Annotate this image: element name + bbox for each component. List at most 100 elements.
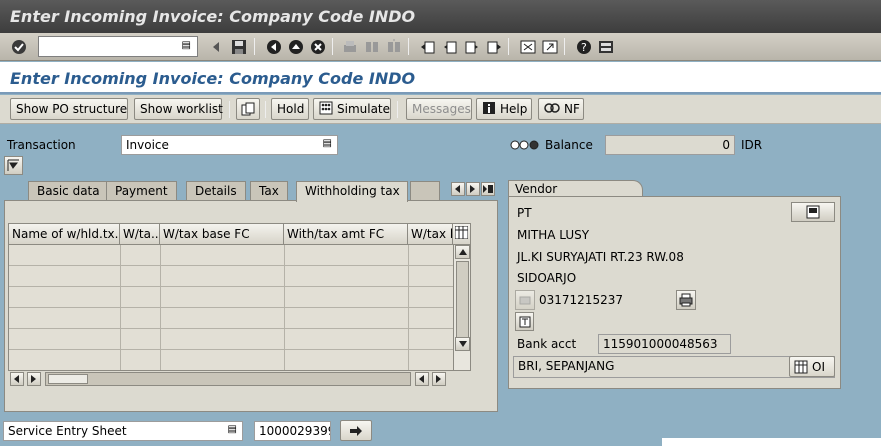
hold-label: Hold (277, 102, 305, 116)
scroll-right-icon[interactable] (432, 372, 446, 386)
tab-list-icon[interactable] (481, 182, 495, 196)
hold-button[interactable]: Hold (271, 98, 309, 120)
bank-name-value: BRI, SEPANJANG (518, 359, 615, 373)
bank-acct-value: 115901000048563 (603, 337, 718, 351)
vendor-address-icon[interactable] (791, 202, 835, 222)
tab-withholding-tax[interactable]: Withholding tax (296, 181, 408, 202)
horizontal-scrollbar[interactable] (45, 372, 411, 386)
dropdown-icon[interactable]: ▤ (182, 40, 191, 51)
reference-number-field[interactable]: 1000029399 (254, 421, 331, 441)
show-worklist-button[interactable]: Show worklist (134, 98, 223, 120)
phone-icon[interactable] (515, 290, 535, 310)
nf-button[interactable]: NF (538, 98, 584, 120)
scroll-thumb[interactable] (456, 261, 469, 345)
messages-label: Messages (412, 102, 471, 116)
column-header[interactable]: With/tax amt FC (284, 224, 408, 245)
back-icon[interactable] (264, 37, 283, 56)
window-title: Enter Incoming Invoice: Company Code IND… (10, 7, 416, 26)
print-icon[interactable] (676, 290, 696, 310)
first-page-icon[interactable] (418, 37, 437, 56)
vendor-city: SIDOARJO (517, 271, 577, 285)
tab-basic-data[interactable]: Basic data (28, 181, 109, 201)
scroll-thumb[interactable] (48, 374, 88, 384)
execute-button[interactable] (340, 420, 372, 441)
reference-type-field[interactable]: Service Entry Sheet ▤ (3, 421, 243, 441)
table-row[interactable] (9, 308, 453, 329)
help-button[interactable]: Help (476, 98, 532, 120)
application-toolbar: Show PO structure Show worklist Hold Sim… (0, 95, 881, 124)
new-session-icon[interactable] (518, 37, 537, 56)
scroll-right-icon[interactable] (466, 182, 480, 196)
transaction-value: Invoice (126, 138, 169, 152)
find-next-icon[interactable] (384, 37, 403, 56)
vendor-name-prefix: PT (517, 206, 532, 220)
column-header[interactable]: W/tax base FC (160, 224, 284, 245)
table-row[interactable] (9, 329, 453, 350)
tab-tax[interactable]: Tax (250, 181, 288, 201)
scroll-left-icon[interactable] (415, 372, 429, 386)
tab-details[interactable]: Details (186, 181, 246, 201)
expand-header-icon[interactable] (4, 156, 23, 175)
table-row[interactable] (9, 245, 453, 266)
open-items-button[interactable]: OI (789, 356, 835, 377)
transaction-field[interactable]: Invoice ▤ (121, 135, 338, 155)
show-po-structure-button[interactable]: Show PO structure (10, 98, 128, 120)
reference-type-value: Service Entry Sheet (8, 424, 127, 438)
vendor-name: MITHA LUSY (517, 228, 590, 242)
withholding-tax-table: Name of w/hld.tx... W/ta... W/tax base F… (8, 223, 471, 371)
print-icon[interactable] (340, 37, 359, 56)
simulate-label: Simulate (337, 102, 391, 116)
vendor-phone: 03171215237 (539, 293, 623, 307)
tab-more[interactable] (410, 181, 440, 201)
scroll-down-icon[interactable] (455, 337, 470, 351)
balance-value: 0 (722, 138, 730, 152)
table-row[interactable] (9, 287, 453, 308)
simulate-icon (319, 101, 333, 118)
app-title-bar: Enter Incoming Invoice: Company Code IND… (0, 62, 881, 94)
tab-payment[interactable]: Payment (106, 181, 177, 201)
column-header[interactable]: W/tax b (408, 224, 453, 245)
next-page-icon[interactable] (462, 37, 481, 56)
column-header[interactable]: Name of w/hld.tx... (9, 224, 120, 245)
column-settings-icon[interactable] (453, 224, 470, 245)
dropdown-icon[interactable]: ▤ (323, 138, 332, 149)
layout-icon[interactable] (596, 37, 615, 56)
tab-label: Tax (259, 184, 279, 198)
info-icon (482, 101, 496, 118)
help-label: Help (500, 102, 528, 116)
collapse-icon[interactable] (206, 37, 225, 56)
svg-text:?: ? (581, 41, 587, 54)
prev-page-icon[interactable] (440, 37, 459, 56)
scroll-up-icon[interactable] (455, 245, 470, 259)
save-icon[interactable] (229, 37, 248, 56)
balance-field: 0 (605, 135, 735, 155)
check-icon[interactable] (9, 37, 28, 56)
column-header[interactable]: W/ta... (120, 224, 160, 245)
scroll-left-icon[interactable] (451, 182, 465, 196)
bank-acct-field: 115901000048563 (598, 334, 731, 354)
scroll-right-icon[interactable] (27, 372, 41, 386)
help-icon[interactable]: ? (574, 37, 593, 56)
scroll-left-icon[interactable] (10, 372, 24, 386)
shortcut-icon[interactable] (540, 37, 559, 56)
command-input[interactable] (41, 38, 179, 55)
system-toolbar: ▤ ? (0, 33, 881, 61)
fax-icon[interactable] (515, 312, 534, 331)
cancel-icon[interactable] (308, 37, 327, 56)
table-row[interactable] (9, 266, 453, 287)
simulate-button[interactable]: Simulate (313, 98, 391, 120)
find-icon[interactable] (362, 37, 381, 56)
bank-acct-label: Bank acct (517, 337, 577, 351)
messages-button[interactable]: Messages (406, 98, 472, 120)
table-row[interactable] (9, 350, 453, 370)
copy-icon[interactable] (236, 98, 260, 120)
exit-icon[interactable] (286, 37, 305, 56)
bank-name-field: BRI, SEPANJANG (513, 356, 835, 378)
window-title-bar: Enter Incoming Invoice: Company Code IND… (0, 0, 881, 33)
command-field[interactable]: ▤ (38, 36, 198, 57)
page-title: Enter Incoming Invoice: Company Code IND… (10, 69, 416, 88)
transaction-label: Transaction (7, 138, 76, 152)
last-page-icon[interactable] (484, 37, 503, 56)
vertical-scrollbar[interactable] (453, 245, 470, 370)
dropdown-icon[interactable]: ▤ (228, 424, 237, 435)
